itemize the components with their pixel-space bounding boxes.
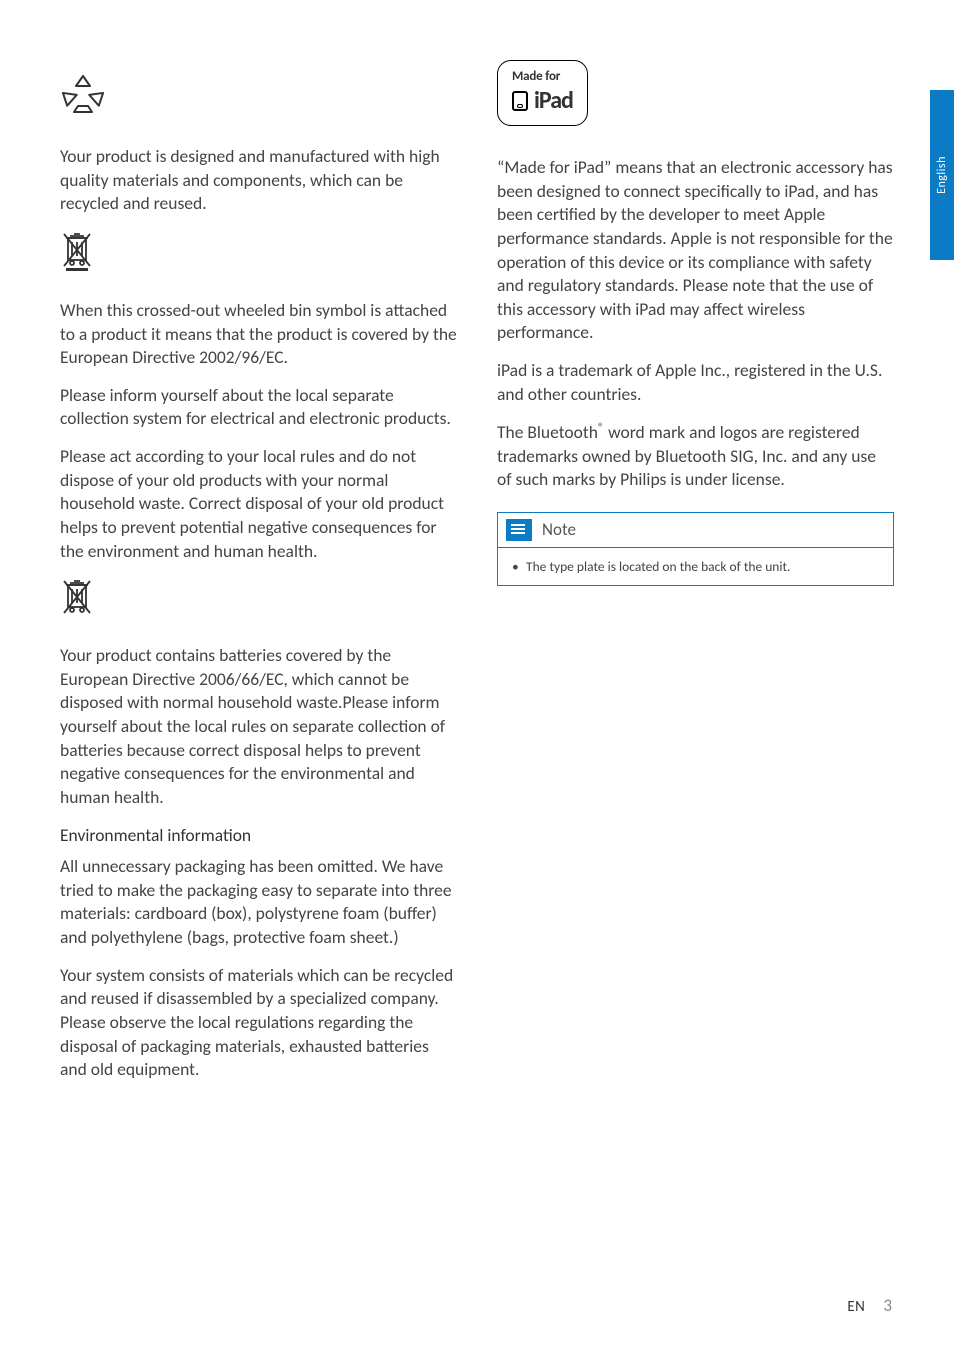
language-side-tab: English (930, 90, 954, 260)
paragraph: Your product is designed and manufacture… (60, 145, 457, 216)
made-for-ipad-badge: Made for iPad (497, 60, 588, 126)
text-span: The Bluetooth (497, 421, 598, 443)
page-footer: EN 3 (847, 1295, 892, 1316)
paragraph: Please act according to your local rules… (60, 445, 457, 563)
right-column: Made for iPad “Made for iPad” means that… (497, 60, 894, 1096)
paragraph: “Made for iPad” means that an electronic… (497, 156, 894, 345)
ipad-device-icon (512, 91, 528, 111)
paragraph: Your product contains batteries covered … (60, 644, 457, 809)
paragraph: When this crossed-out wheeled bin symbol… (60, 299, 457, 370)
left-column: Your product is designed and manufacture… (60, 60, 457, 1096)
badge-ipad-label: iPad (534, 86, 573, 115)
note-item: The type plate is located on the back of… (512, 558, 879, 575)
paragraph: Please inform yourself about the local s… (60, 384, 457, 431)
note-body: The type plate is located on the back of… (498, 547, 893, 585)
note-box: Note The type plate is located on the ba… (497, 512, 894, 586)
note-label: Note (542, 519, 576, 540)
note-icon (506, 519, 532, 541)
paragraph: The Bluetooth® word mark and logos are r… (497, 420, 894, 492)
paragraph: Your system consists of materials which … (60, 964, 457, 1082)
paragraph: All unnecessary packaging has been omitt… (60, 855, 457, 950)
note-header: Note (498, 513, 893, 547)
wheeled-bin-crossed-icon (60, 230, 457, 277)
footer-page-number: 3 (883, 1295, 892, 1316)
side-tab-label: English (935, 156, 949, 194)
wheeled-bin-crossed-plain-icon (60, 577, 457, 622)
page-content: Your product is designed and manufacture… (0, 0, 954, 1136)
footer-language: EN (847, 1298, 865, 1316)
recycle-arrows-icon (60, 72, 457, 123)
badge-madefor-label: Made for (512, 69, 573, 84)
paragraph: iPad is a trademark of Apple Inc., regis… (497, 359, 894, 406)
subheading: Environmental information (60, 824, 457, 848)
